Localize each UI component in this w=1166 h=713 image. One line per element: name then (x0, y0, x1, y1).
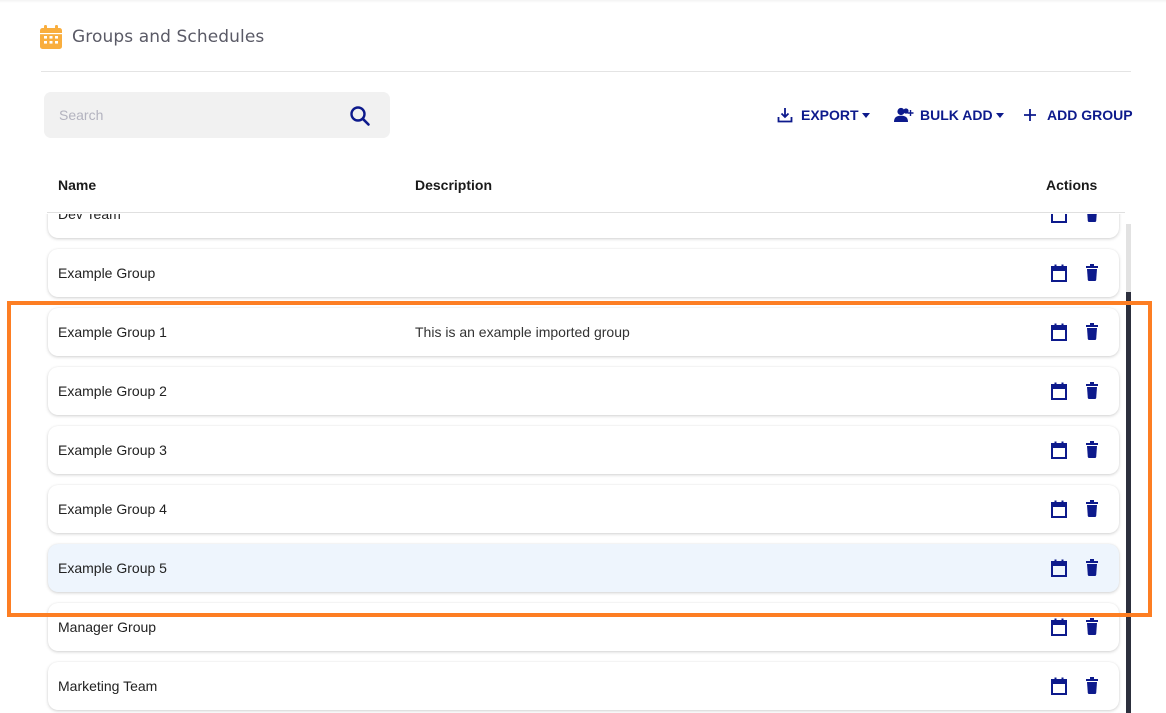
table-header: Name Description Actions (47, 160, 1125, 213)
group-name: Manager Group (58, 619, 157, 635)
calendar-icon (40, 25, 62, 49)
table-row[interactable]: Example Group 4 (48, 485, 1119, 533)
table-row[interactable]: Manager Group (48, 603, 1119, 651)
table-row[interactable]: Example Group 5 (48, 544, 1119, 592)
download-icon (777, 108, 793, 123)
delete-trash-icon[interactable] (1086, 559, 1098, 576)
group-name: Example Group 2 (58, 383, 167, 399)
export-button[interactable]: EXPORT (777, 103, 870, 127)
table-row[interactable]: Marketing Team (48, 662, 1119, 710)
schedule-calendar-icon[interactable] (1051, 677, 1067, 695)
bulk-add-label: BULK ADD (920, 107, 993, 123)
groups-list: Dev Team Example Group Example Group 1 This… (40, 214, 1130, 713)
delete-trash-icon[interactable] (1086, 500, 1098, 517)
add-group-label: ADD GROUP (1047, 107, 1133, 123)
delete-trash-icon[interactable] (1086, 618, 1098, 635)
plus-icon (1024, 109, 1036, 121)
schedule-calendar-icon[interactable] (1051, 214, 1067, 223)
delete-trash-icon[interactable] (1086, 677, 1098, 694)
add-group-button[interactable]: ADD GROUP (1023, 103, 1133, 127)
delete-trash-icon[interactable] (1086, 214, 1098, 222)
column-header-actions: Actions (1046, 177, 1098, 193)
delete-trash-icon[interactable] (1086, 382, 1098, 399)
schedule-calendar-icon[interactable] (1051, 323, 1067, 341)
page-header: Groups and Schedules (40, 22, 264, 52)
schedule-calendar-icon[interactable] (1051, 618, 1067, 636)
group-name: Dev Team (58, 214, 121, 222)
group-name: Example Group 5 (58, 560, 167, 576)
page-title: Groups and Schedules (72, 27, 265, 47)
group-name: Example Group 4 (58, 501, 167, 517)
group-name: Marketing Team (58, 678, 158, 694)
column-header-description[interactable]: Description (415, 177, 492, 193)
schedule-calendar-icon[interactable] (1051, 500, 1067, 518)
chevron-down-icon (995, 112, 1004, 118)
group-name: Example Group (58, 265, 156, 281)
group-description: This is an example imported group (415, 324, 630, 340)
export-label: EXPORT (801, 107, 859, 123)
search-input[interactable] (59, 107, 329, 123)
delete-trash-icon[interactable] (1086, 441, 1098, 458)
schedule-calendar-icon[interactable] (1051, 264, 1067, 282)
table-row[interactable]: Example Group (48, 249, 1119, 297)
chevron-down-icon (861, 112, 870, 118)
header-divider (41, 71, 1131, 72)
table-row[interactable]: Example Group 1 This is an example import… (48, 308, 1119, 356)
search-icon[interactable] (349, 105, 371, 127)
delete-trash-icon[interactable] (1086, 264, 1098, 281)
search-box[interactable] (44, 92, 390, 138)
table-row[interactable]: Example Group 3 (48, 426, 1119, 474)
delete-trash-icon[interactable] (1086, 323, 1098, 340)
top-shadow (0, 0, 1166, 3)
schedule-calendar-icon[interactable] (1051, 441, 1067, 459)
schedule-calendar-icon[interactable] (1051, 559, 1067, 577)
group-name: Example Group 3 (58, 442, 167, 458)
scrollbar-thumb[interactable] (1126, 292, 1131, 713)
column-header-name[interactable]: Name (58, 177, 96, 193)
group-name: Example Group 1 (58, 324, 167, 340)
add-users-icon (894, 107, 914, 122)
schedule-calendar-icon[interactable] (1051, 382, 1067, 400)
table-row[interactable]: Dev Team (48, 214, 1119, 238)
bulk-add-button[interactable]: BULK ADD (894, 103, 1004, 127)
table-row[interactable]: Example Group 2 (48, 367, 1119, 415)
